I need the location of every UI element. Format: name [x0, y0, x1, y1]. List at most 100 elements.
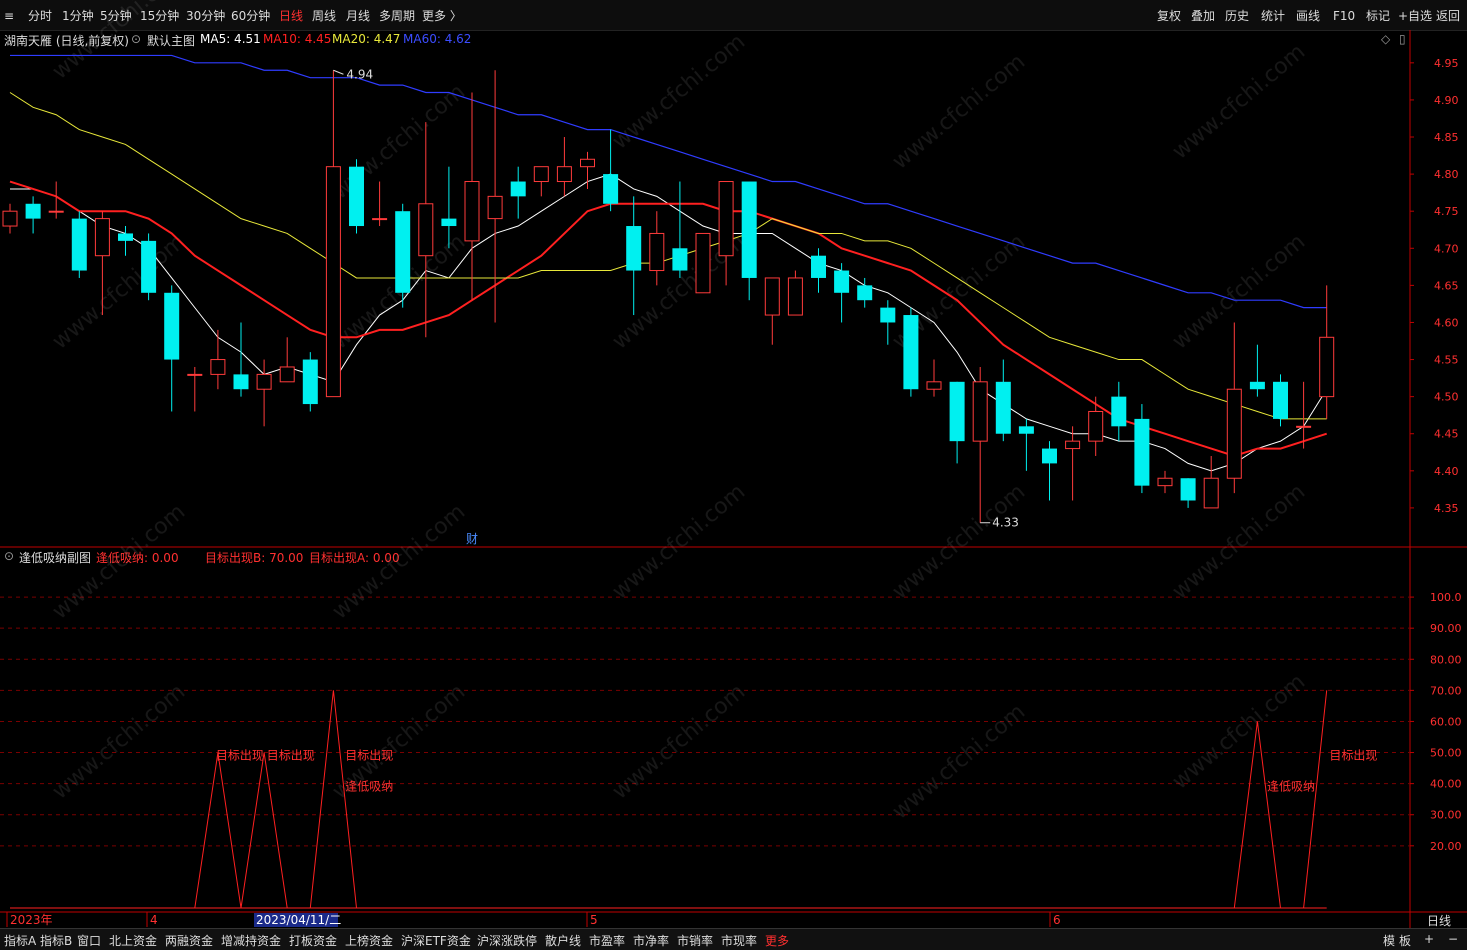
candle-body: [949, 381, 965, 442]
candle-body: [1226, 388, 1242, 479]
bottom-right-button-3[interactable]: −: [1448, 932, 1458, 946]
candle-body: [487, 195, 503, 220]
bottom-tab-0[interactable]: 指标A: [4, 932, 36, 949]
watermark-text: www.cfchi.com: [1168, 669, 1310, 794]
window-icon[interactable]: ▯: [1399, 32, 1406, 46]
candle-body: [741, 181, 757, 278]
bottom-tab-14[interactable]: 市现率: [721, 932, 757, 949]
watermark-text: www.cfchi.com: [1168, 479, 1310, 604]
sub-tick-label: 50.00: [1430, 747, 1462, 760]
price-tick-label: 4.50: [1434, 391, 1459, 404]
period-tab-3[interactable]: 15分钟: [140, 8, 179, 24]
bottom-tab-1[interactable]: 指标B: [40, 932, 72, 949]
bottom-tab-5[interactable]: 增减持资金: [221, 932, 281, 949]
price-tick-label: 4.45: [1434, 428, 1459, 441]
bottom-tab-8[interactable]: 沪深ETF资金: [401, 932, 471, 949]
sub-tick-label: 80.00: [1430, 653, 1462, 666]
tool-button-5[interactable]: F10: [1333, 8, 1355, 24]
tool-button-0[interactable]: 复权: [1157, 8, 1181, 24]
price-tick-label: 4.75: [1434, 205, 1459, 218]
sub-tick-label: 70.00: [1430, 684, 1462, 697]
tool-button-8[interactable]: 返回: [1436, 8, 1460, 24]
tool-button-1[interactable]: 叠加: [1191, 8, 1215, 24]
bottom-tab-13[interactable]: 市销率: [677, 932, 713, 949]
watermark-text: www.cfchi.com: [328, 679, 470, 804]
candle-body: [1249, 381, 1265, 390]
watermark-text: www.cfchi.com: [1168, 39, 1310, 164]
candle-body: [556, 166, 572, 183]
candle-body: [464, 181, 480, 242]
tool-button-7[interactable]: +自选: [1398, 8, 1432, 24]
candle-body: [880, 307, 896, 323]
candle-body: [1018, 426, 1034, 434]
candle-body: [118, 233, 133, 241]
bottom-tab-6[interactable]: 打板资金: [289, 932, 337, 949]
date-label: 4: [150, 913, 158, 927]
candle-body: [48, 210, 64, 213]
candle-body: [94, 218, 110, 257]
main-chart-info: 湖南天雁 (日线,前复权) ⊙ 默认主图 MA5: 4.51 MA10: 4.4…: [0, 30, 1410, 48]
bottom-tab-4[interactable]: 两融资金: [165, 932, 213, 949]
period-tab-8[interactable]: 月线: [346, 8, 370, 24]
candle-body: [25, 203, 41, 219]
period-tab-7[interactable]: 周线: [312, 8, 336, 24]
watermark-text: www.cfchi.com: [608, 479, 750, 604]
bottom-tab-2[interactable]: 窗口: [77, 932, 101, 949]
period-tab-10[interactable]: 更多 〉: [422, 8, 462, 24]
ma-line-ma20: [9, 92, 1327, 420]
tool-button-2[interactable]: 历史: [1225, 8, 1249, 24]
event-marker: 财: [466, 532, 478, 546]
bottom-tab-7[interactable]: 上榜资金: [345, 932, 393, 949]
sub-chart-title[interactable]: 逢低吸纳副图: [19, 549, 91, 566]
ma-line-ma10: [9, 180, 1328, 458]
bottom-tab-3[interactable]: 北上资金: [109, 932, 157, 949]
period-tab-9[interactable]: 多周期: [379, 8, 415, 24]
sub-value-1: 逢低吸纳: 0.00: [96, 551, 179, 565]
tool-button-4[interactable]: 画线: [1296, 8, 1320, 24]
bottom-tab-9[interactable]: 沪深涨跌停: [477, 932, 537, 949]
diamond-icon[interactable]: ◇: [1381, 32, 1390, 46]
period-tab-4[interactable]: 30分钟: [186, 8, 225, 24]
candle-body: [626, 226, 642, 271]
period-tab-0[interactable]: 分时: [28, 8, 52, 24]
watermark-text: www.cfchi.com: [48, 679, 190, 804]
sub-value-2: 目标出现B: 70.00: [205, 551, 304, 565]
date-label: 6: [1053, 913, 1061, 927]
bottom-tab-10[interactable]: 散户线: [545, 932, 581, 949]
sub-tick-label: 30.00: [1430, 809, 1462, 822]
period-tab-2[interactable]: 5分钟: [100, 8, 132, 24]
menu-icon[interactable]: ≡: [4, 8, 14, 24]
price-tick-label: 4.90: [1434, 94, 1459, 107]
bottom-tab-12[interactable]: 市净率: [633, 932, 669, 949]
candle-body: [71, 218, 87, 271]
sub-tick-label: 20.00: [1430, 840, 1462, 853]
candle-body: [279, 366, 295, 383]
date-label: 2023年: [10, 913, 53, 927]
ma5-value: MA5: 4.51: [200, 32, 261, 46]
template-name[interactable]: 默认主图: [147, 32, 195, 49]
watermark-text: www.cfchi.com: [608, 29, 750, 154]
kline-chart[interactable]: 4.95 4.90 4.85 4.80 4.75 4.70 4.65 4.60 4.55 4.50…: [0, 0, 1467, 950]
chevron-down-icon[interactable]: ⊙: [4, 549, 14, 563]
bottom-tab-15[interactable]: 更多: [765, 932, 789, 949]
period-tab-6[interactable]: 日线: [279, 8, 303, 24]
chevron-down-icon[interactable]: ⊙: [131, 32, 141, 46]
period-tab-1[interactable]: 1分钟: [62, 8, 94, 24]
candle-body: [1042, 448, 1057, 464]
date-label: 5: [590, 913, 598, 927]
tool-button-3[interactable]: 统计: [1261, 8, 1285, 24]
price-tick-label: 4.95: [1434, 57, 1459, 70]
candle-body: [903, 315, 919, 390]
bottom-right-button-0[interactable]: 模: [1383, 932, 1395, 949]
bottom-right-button-1[interactable]: 板: [1399, 932, 1411, 949]
tool-button-6[interactable]: 标记: [1366, 8, 1390, 24]
bottom-tab-11[interactable]: 市盈率: [589, 932, 625, 949]
ma-line-ma5: [10, 173, 1328, 472]
watermark-text: www.cfchi.com: [608, 229, 750, 354]
period-tab-5[interactable]: 60分钟: [231, 8, 270, 24]
bottom-right-button-2[interactable]: +: [1424, 932, 1434, 946]
candle-body: [1157, 477, 1173, 487]
sub-signal-label: 目标出现: [1329, 749, 1377, 763]
candle-body: [764, 277, 780, 316]
sub-tick-label: 40.00: [1430, 778, 1462, 791]
